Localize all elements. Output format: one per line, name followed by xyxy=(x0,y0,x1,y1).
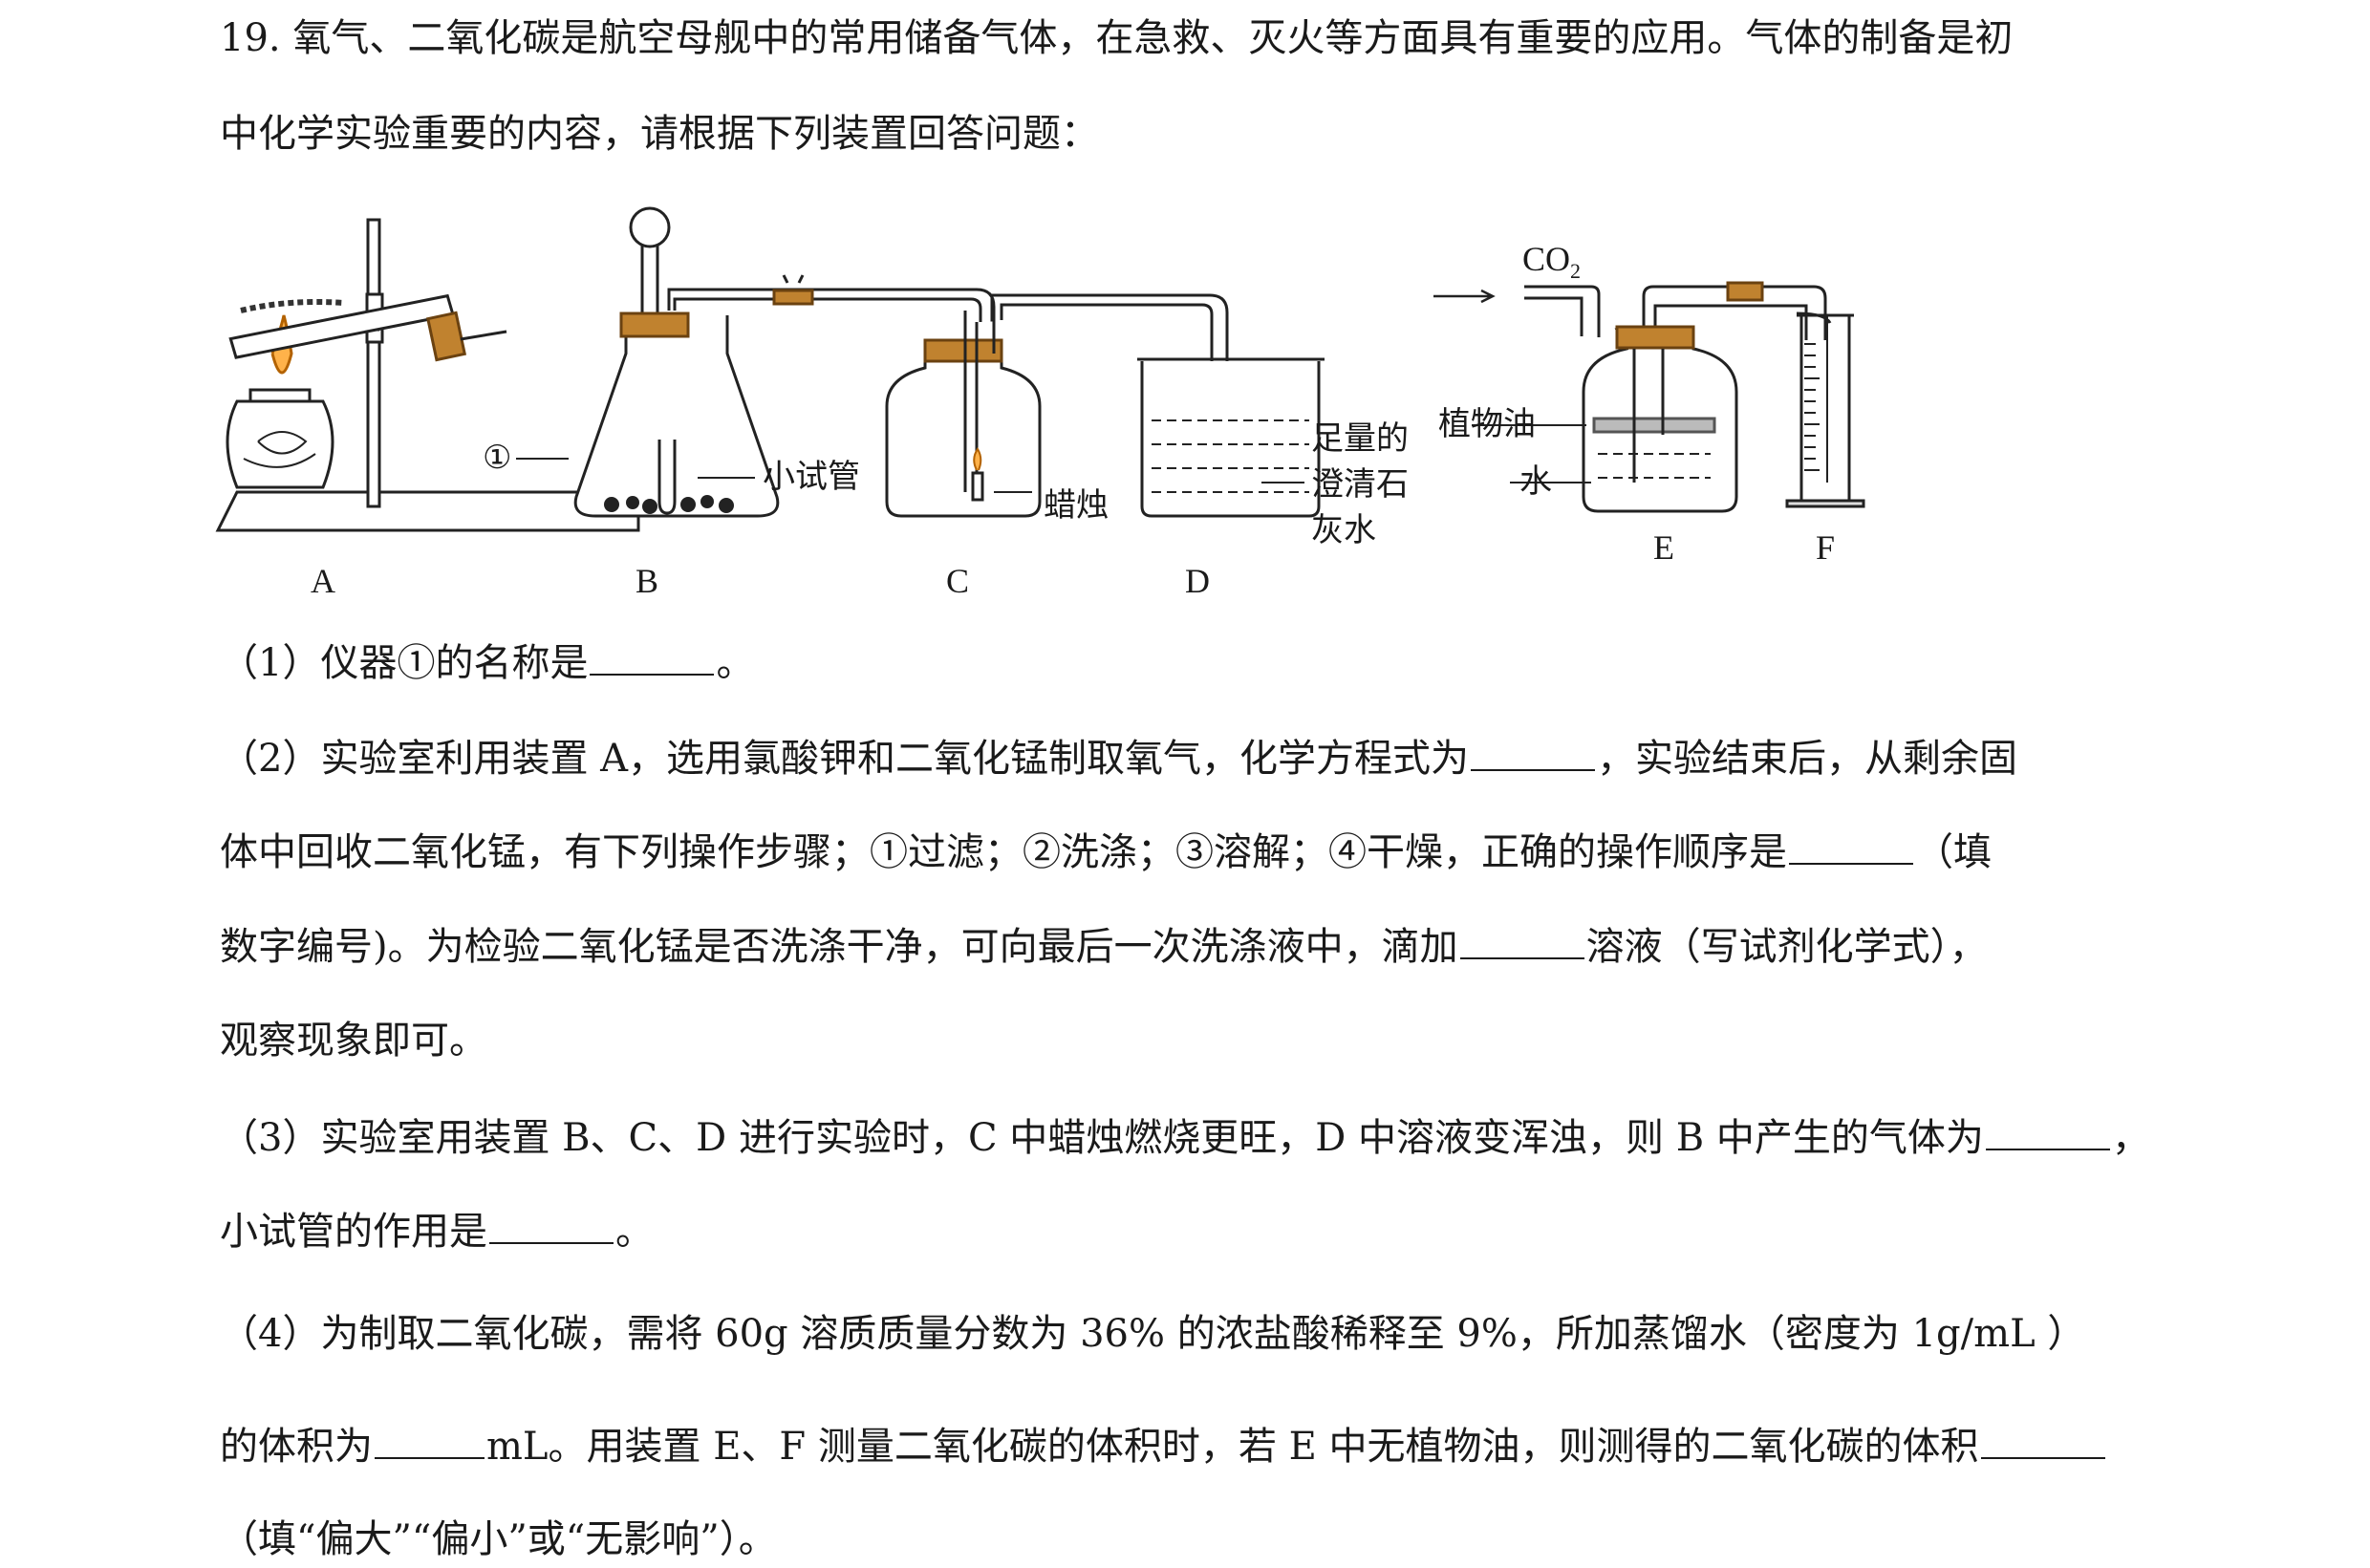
apparatus-figure: A B C D E F ① 小试管 蜡烛 足量的 澄清石 灰水 CO2 植物油 … xyxy=(215,206,1865,600)
question-4-line2: 的体积为 mL。用装置 E、F 测量二氧化碳的体积时，若 E 中无植物油，则测得的… xyxy=(220,1419,2179,1471)
figure-label-f: F xyxy=(1816,528,1835,567)
answer-blank-4b[interactable] xyxy=(1980,1419,2105,1459)
answer-blank-2a[interactable] xyxy=(1471,731,1596,771)
answer-blank-2c[interactable] xyxy=(1459,919,1584,959)
question-2-line4: 观察现象即可。 xyxy=(220,1019,487,1063)
label-co2: CO2 xyxy=(1522,240,1581,283)
figure-label-d: D xyxy=(1185,562,1210,600)
figure-label-e: E xyxy=(1653,528,1674,567)
label-limewater-3: 灰水 xyxy=(1311,511,1376,549)
figure-label-c: C xyxy=(946,562,969,600)
figure-label-b: B xyxy=(636,562,658,600)
question-4-line1: （4）为制取二氧化碳，需将 60g 溶质质量分数为 36% 的浓盐酸稀释至 9%… xyxy=(220,1312,2086,1356)
answer-blank-2b[interactable] xyxy=(1789,825,1913,865)
apparatus-f xyxy=(1785,311,1865,508)
answer-blank-3b[interactable] xyxy=(489,1204,614,1244)
label-limewater-1: 足量的 xyxy=(1311,419,1409,458)
question-3-line1: （3）实验室用装置 B、C、D 进行实验时，C 中蜡烛燃烧更旺，D 中溶液变浑浊… xyxy=(220,1110,2179,1163)
label-limewater-2: 澄清石 xyxy=(1311,465,1409,504)
label-water: 水 xyxy=(1519,462,1552,501)
label-vegetable-oil: 植物油 xyxy=(1438,405,1536,443)
marker-1: ① xyxy=(483,439,511,477)
answer-blank-4a[interactable] xyxy=(375,1419,485,1459)
question-2-line2: 体中回收二氧化锰，有下列操作步骤；①过滤；②洗涤；③溶解；④干燥，正确的操作顺序… xyxy=(220,825,2179,877)
apparatus-a xyxy=(215,218,640,532)
question-3-line2: 小试管的作用是。 xyxy=(220,1204,2179,1257)
label-candle: 蜡烛 xyxy=(1044,486,1109,525)
question-2-line3: 数字编号)。为检验二氧化锰是否洗涤干净，可向最后一次洗涤液中，滴加 溶液（写试剂化… xyxy=(220,919,2179,972)
label-small-tube: 小试管 xyxy=(763,458,860,496)
answer-blank-1[interactable] xyxy=(590,635,715,676)
question-2-line1: （2）实验室利用装置 A，选用氯酸钾和二氧化锰制取氧气，化学方程式为 ，实验结束后… xyxy=(220,731,2179,784)
question-1: （1）仪器①的名称是。 xyxy=(220,635,2179,688)
apparatus-e xyxy=(1433,281,1827,513)
apparatus-d xyxy=(1137,357,1325,518)
answer-blank-3a[interactable] xyxy=(1985,1110,2110,1150)
figure-label-a: A xyxy=(311,562,335,600)
question-4-line3: （填“偏大”“偏小”或“无影响”）。 xyxy=(220,1517,777,1561)
